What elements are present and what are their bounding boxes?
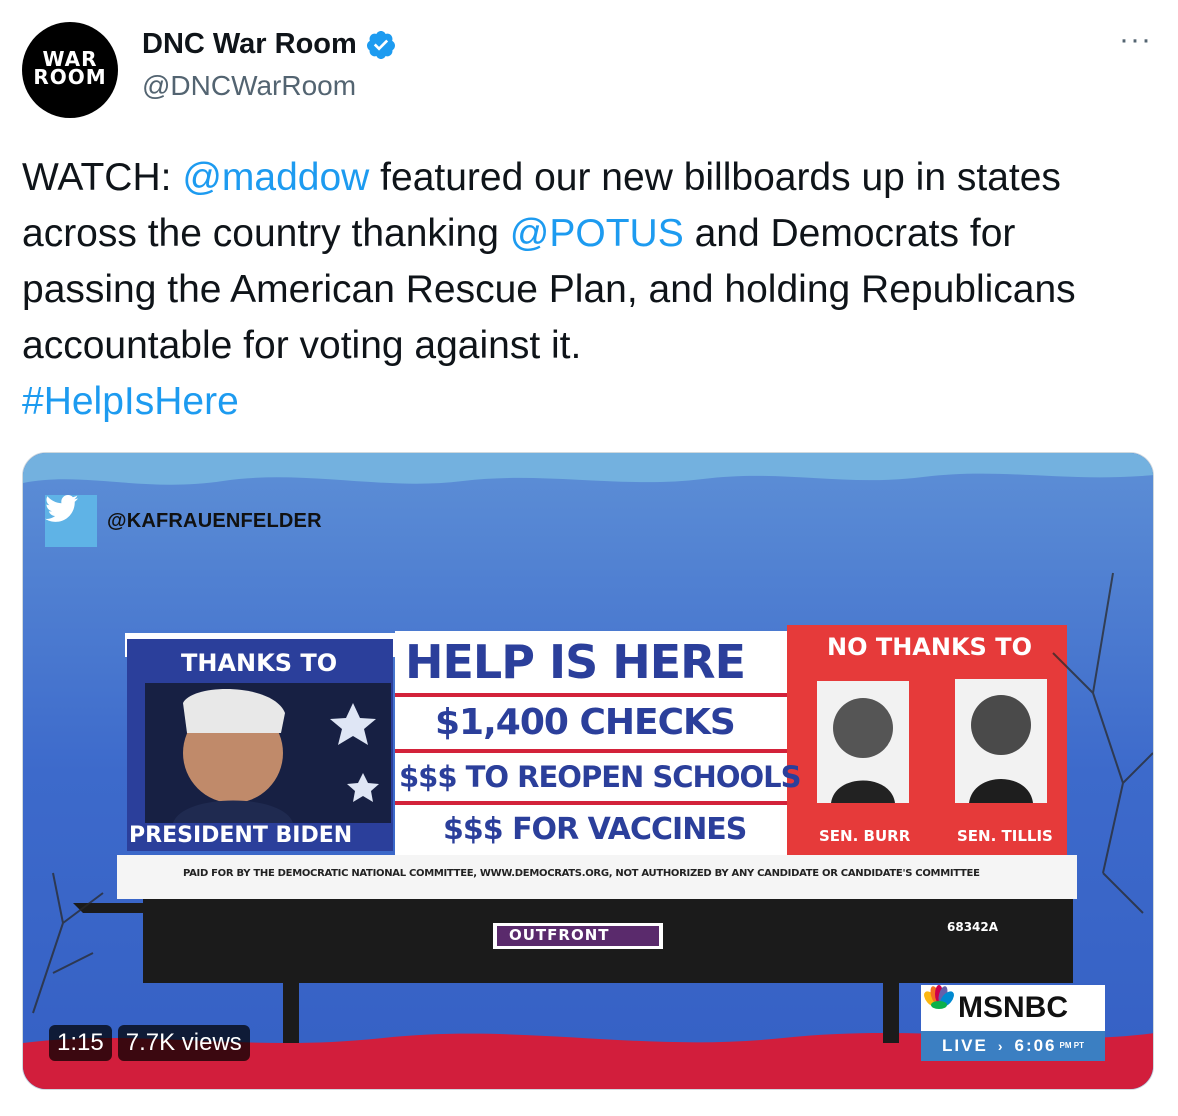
billboard-line-checks: $1,400 CHECKS	[435, 702, 736, 743]
verified-badge-icon	[366, 30, 395, 59]
billboard-vendor: OUTFRONT	[509, 926, 610, 944]
avatar[interactable]: WAR ROOM	[22, 22, 118, 118]
msnbc-logo: MSNBC	[921, 985, 1105, 1031]
video-player[interactable]: @KAFRAUENFELDER THANKS TO PRESIDENT BIDE…	[22, 452, 1154, 1090]
author-name-row: DNC War Room	[142, 28, 397, 61]
twitter-watermark: @KAFRAUENFELDER	[45, 495, 322, 547]
twitter-bird-icon	[45, 495, 97, 547]
peacock-icon	[924, 985, 954, 1009]
billboard-panel-id: 68342A	[947, 920, 999, 934]
view-count: 7.7K views	[117, 1025, 250, 1061]
billboard-line-vaccines: $$$ FOR VACCINES	[443, 812, 747, 847]
chevron-right-icon: ›	[997, 1038, 1005, 1054]
network-bug: MSNBC LIVE › 6:06 PM PT	[921, 985, 1105, 1061]
billboard-senator-tillis: SEN. TILLIS	[957, 827, 1053, 845]
more-options-icon[interactable]: ···	[1119, 25, 1152, 55]
billboard-line-schools: $$$ TO REOPEN SCHOOLS	[399, 760, 801, 794]
video-badges: 1:15 7.7K views	[49, 1025, 256, 1061]
mention-potus[interactable]: @POTUS	[510, 212, 684, 255]
hashtag-helpishere[interactable]: #HelpIsHere	[22, 380, 239, 423]
avatar-logo: WAR ROOM	[33, 47, 107, 89]
mention-maddow[interactable]: @maddow	[182, 156, 369, 199]
author-handle[interactable]: @DNCWarRoom	[142, 70, 356, 102]
billboard-no-thanks: NO THANKS TO	[827, 633, 1032, 661]
billboard-president: PRESIDENT BIDEN	[129, 823, 353, 848]
video-duration: 1:15	[49, 1025, 112, 1061]
billboard-headline: HELP IS HERE	[405, 635, 746, 689]
billboard-disclaimer: PAID FOR BY THE DEMOCRATIC NATIONAL COMM…	[183, 868, 980, 879]
billboard-thanks-to: THANKS TO	[181, 649, 338, 677]
display-name[interactable]: DNC War Room	[142, 28, 357, 61]
billboard-senator-burr: SEN. BURR	[819, 827, 911, 845]
live-bar: LIVE › 6:06 PM PT	[921, 1031, 1105, 1061]
tweet-text: WATCH: @maddow featured our new billboar…	[22, 156, 1076, 423]
